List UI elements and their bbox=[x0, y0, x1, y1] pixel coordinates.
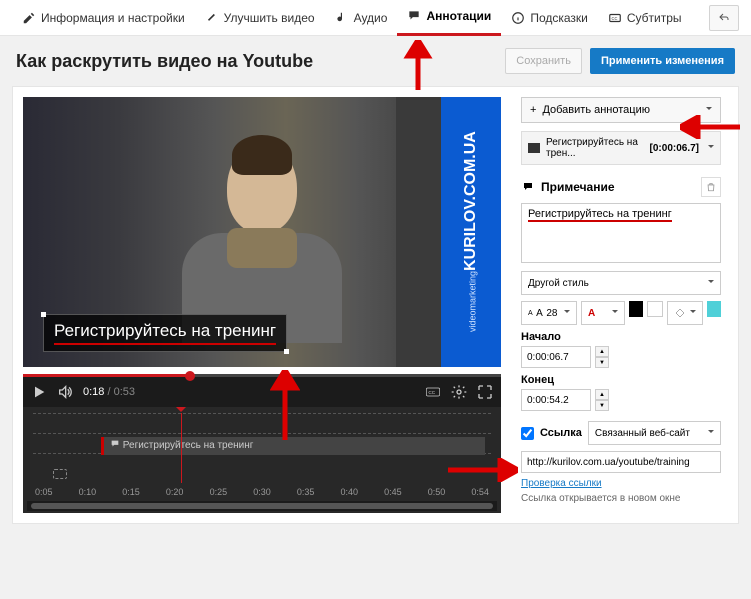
sidebar: + Добавить аннотацию Регистрируйтесь на … bbox=[511, 87, 731, 523]
annotation-overlay[interactable]: Регистрируйтесь на тренинг bbox=[43, 314, 287, 352]
fullscreen-icon[interactable] bbox=[477, 384, 493, 400]
svg-text:CC: CC bbox=[611, 15, 617, 20]
plus-icon: + bbox=[530, 104, 536, 116]
cc-toggle-icon[interactable]: CC bbox=[425, 384, 441, 400]
volume-icon[interactable] bbox=[57, 384, 73, 400]
end-label: Конец bbox=[521, 374, 721, 386]
timeline-scrollbar[interactable] bbox=[27, 501, 497, 511]
chevron-down-icon bbox=[612, 310, 618, 316]
time-current: 0:18 / 0:53 bbox=[83, 386, 135, 398]
link-label: Ссылка bbox=[540, 427, 582, 439]
end-stepper[interactable]: ▲▼ bbox=[595, 389, 609, 411]
editor-tabs: Информация и настройки Улучшить видео Ау… bbox=[0, 0, 751, 36]
chevron-down-icon bbox=[564, 310, 570, 316]
chevron-down-icon bbox=[708, 280, 714, 286]
link-url-input[interactable] bbox=[521, 451, 721, 473]
cc-icon: CC bbox=[608, 11, 622, 25]
workspace: videomarketing KURILOV.COM.UA Регистриру… bbox=[12, 86, 739, 524]
annotation-thumb bbox=[528, 143, 540, 153]
start-label: Начало bbox=[521, 331, 721, 343]
speech-icon bbox=[521, 181, 535, 193]
video-player[interactable]: videomarketing KURILOV.COM.UA Регистриру… bbox=[23, 97, 501, 367]
chevron-down-icon bbox=[708, 430, 714, 436]
title-bar: Как раскрутить видео на Youtube Сохранит… bbox=[0, 36, 751, 86]
color-swatch-cyan[interactable] bbox=[707, 301, 721, 317]
link-hint: Ссылка открывается в новом окне bbox=[521, 493, 721, 504]
link-verify[interactable]: Проверка ссылки bbox=[521, 478, 602, 489]
bucket-icon bbox=[674, 307, 686, 319]
chevron-down-icon bbox=[690, 310, 696, 316]
link-type-select[interactable]: Связанный веб-сайт bbox=[588, 421, 721, 445]
color-swatch-black[interactable] bbox=[629, 301, 643, 317]
tab-enhance[interactable]: Улучшить видео bbox=[195, 0, 325, 36]
timeline-ticks: 0:050:100:150:200:250:300:350:400:450:50… bbox=[33, 483, 491, 497]
tab-cards[interactable]: Подсказки bbox=[501, 0, 598, 36]
tab-audio[interactable]: Аудио bbox=[325, 0, 398, 36]
svg-text:CC: CC bbox=[428, 390, 435, 395]
chevron-down-icon bbox=[708, 145, 714, 151]
back-button[interactable] bbox=[709, 5, 739, 31]
left-pane: videomarketing KURILOV.COM.UA Регистриру… bbox=[13, 87, 511, 523]
tab-annotations[interactable]: Аннотации bbox=[397, 0, 501, 36]
save-button[interactable]: Сохранить bbox=[505, 48, 582, 74]
start-time-input[interactable] bbox=[521, 346, 591, 368]
info-icon bbox=[511, 11, 525, 25]
note-section-header: Примечание bbox=[521, 177, 721, 197]
annotation-list-item[interactable]: Регистрируйтесь на трен... [0:00:06.7] bbox=[521, 131, 721, 165]
player-controls: 0:18 / 0:53 CC bbox=[23, 377, 501, 407]
font-size-select[interactable]: AA 28 bbox=[521, 301, 577, 325]
start-stepper[interactable]: ▲▼ bbox=[595, 346, 609, 368]
brand-overlay: videomarketing KURILOV.COM.UA bbox=[441, 97, 501, 367]
wand-icon bbox=[205, 11, 219, 25]
progress-bar[interactable] bbox=[23, 374, 501, 377]
link-checkbox[interactable] bbox=[521, 427, 534, 440]
end-time-input[interactable] bbox=[521, 389, 591, 411]
apply-button[interactable]: Применить изменения bbox=[590, 48, 735, 74]
back-arrow-icon bbox=[717, 12, 731, 24]
chevron-down-icon bbox=[706, 107, 712, 113]
timeline[interactable]: Регистрируйтесь на тренинг 0:050:100:150… bbox=[23, 407, 501, 513]
trash-icon bbox=[706, 181, 716, 193]
pencil-icon bbox=[22, 11, 36, 25]
bg-color-select[interactable] bbox=[667, 301, 703, 325]
tab-subtitles[interactable]: CC Субтитры bbox=[598, 0, 692, 36]
style-select[interactable]: Другой стиль bbox=[521, 271, 721, 295]
play-icon[interactable] bbox=[31, 384, 47, 400]
color-swatch-white[interactable] bbox=[647, 301, 662, 317]
annotation-text-input[interactable]: Регистрируйтесь на тренинг bbox=[521, 203, 721, 263]
timeline-cursor[interactable] bbox=[181, 413, 182, 483]
add-annotation-button[interactable]: + Добавить аннотацию bbox=[521, 97, 721, 123]
speech-icon bbox=[407, 9, 421, 23]
timeline-annotation[interactable]: Регистрируйтесь на тренинг bbox=[101, 437, 485, 455]
note-icon bbox=[335, 11, 349, 25]
settings-icon[interactable] bbox=[451, 384, 467, 400]
tab-info[interactable]: Информация и настройки bbox=[12, 0, 195, 36]
speech-icon bbox=[110, 439, 120, 449]
delete-annotation-button[interactable] bbox=[701, 177, 721, 197]
video-title: Как раскрутить видео на Youtube bbox=[16, 51, 313, 72]
timeline-empty-marker bbox=[53, 469, 67, 479]
font-color-select[interactable]: A bbox=[581, 301, 625, 325]
